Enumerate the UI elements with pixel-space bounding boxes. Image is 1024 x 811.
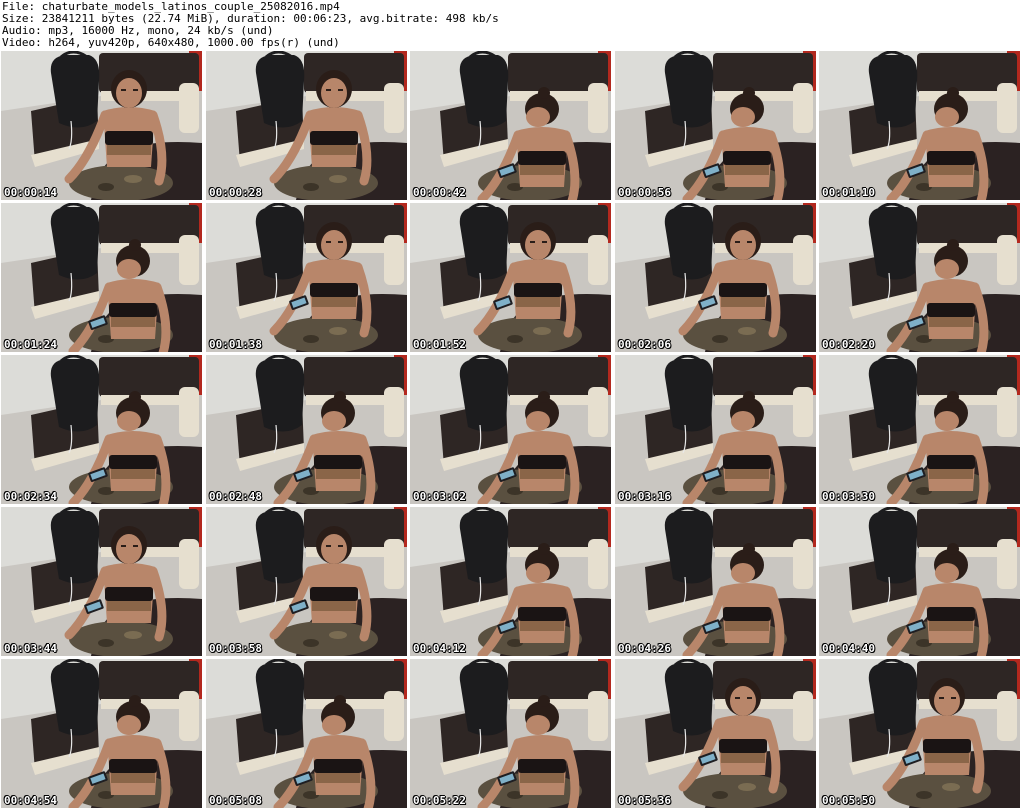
thumbnail-timestamp: 00:02:48 <box>209 490 262 503</box>
video-thumbnail[interactable]: 00:04:26 <box>615 507 816 656</box>
video-thumbnail[interactable]: 00:03:44 <box>1 507 202 656</box>
thumbnail-timestamp: 00:05:36 <box>618 794 671 807</box>
video-frame-image <box>819 203 1020 352</box>
video-frame-image <box>206 659 407 808</box>
thumbnail-timestamp: 00:05:22 <box>413 794 466 807</box>
video-frame-image <box>1 507 202 656</box>
video-frame-image <box>819 51 1020 200</box>
video-frame-image <box>615 203 816 352</box>
thumbnail-timestamp: 00:01:38 <box>209 338 262 351</box>
video-frame-image <box>410 507 611 656</box>
thumbnail-timestamp: 00:04:12 <box>413 642 466 655</box>
video-thumbnail[interactable]: 00:00:56 <box>615 51 816 200</box>
thumbnail-timestamp: 00:00:42 <box>413 186 466 199</box>
thumbnail-timestamp: 00:01:24 <box>4 338 57 351</box>
video-frame-image <box>1 659 202 808</box>
thumbnail-timestamp: 00:05:50 <box>822 794 875 807</box>
video-thumbnail[interactable]: 00:05:50 <box>819 659 1020 808</box>
video-thumbnail[interactable]: 00:03:30 <box>819 355 1020 504</box>
video-thumbnail[interactable]: 00:05:08 <box>206 659 407 808</box>
video-frame-image <box>206 51 407 200</box>
video-frame-image <box>410 51 611 200</box>
video-thumbnail[interactable]: 00:01:10 <box>819 51 1020 200</box>
video-thumbnail[interactable]: 00:01:38 <box>206 203 407 352</box>
video-frame-image <box>1 355 202 504</box>
video-thumbnail[interactable]: 00:04:40 <box>819 507 1020 656</box>
video-frame-image <box>819 355 1020 504</box>
thumbnail-timestamp: 00:03:02 <box>413 490 466 503</box>
video-frame-image <box>819 659 1020 808</box>
video-thumbnail[interactable]: 00:04:54 <box>1 659 202 808</box>
video-frame-image <box>410 203 611 352</box>
thumbnail-timestamp: 00:03:16 <box>618 490 671 503</box>
thumbnail-timestamp: 00:04:26 <box>618 642 671 655</box>
video-thumbnail[interactable]: 00:03:58 <box>206 507 407 656</box>
thumbnail-timestamp: 00:05:08 <box>209 794 262 807</box>
thumbnail-grid: 00:00:14 00:00:28 00:00:42 00:00:56 00:01:10… <box>0 51 1024 811</box>
thumbnail-timestamp: 00:03:44 <box>4 642 57 655</box>
video-thumbnail[interactable]: 00:02:20 <box>819 203 1020 352</box>
thumbnail-timestamp: 00:04:54 <box>4 794 57 807</box>
video-frame-image <box>1 51 202 200</box>
video-thumbnail[interactable]: 00:00:28 <box>206 51 407 200</box>
video-thumbnail[interactable]: 00:05:36 <box>615 659 816 808</box>
video-frame-image <box>819 507 1020 656</box>
thumbnail-timestamp: 00:01:52 <box>413 338 466 351</box>
video-thumbnail[interactable]: 00:02:34 <box>1 355 202 504</box>
thumbnail-timestamp: 00:00:14 <box>4 186 57 199</box>
video-frame-image <box>410 355 611 504</box>
video-frame-image <box>206 507 407 656</box>
thumbnail-timestamp: 00:02:06 <box>618 338 671 351</box>
file-info-header: File: chaturbate_models_latinos_couple_2… <box>0 0 1024 50</box>
video-thumbnail[interactable]: 00:03:02 <box>410 355 611 504</box>
thumbnail-timestamp: 00:00:28 <box>209 186 262 199</box>
video-info-line: Video: h264, yuv420p, 640x480, 1000.00 f… <box>2 36 340 49</box>
video-thumbnail[interactable]: 00:00:14 <box>1 51 202 200</box>
video-thumbnail[interactable]: 00:02:06 <box>615 203 816 352</box>
video-frame-image <box>1 203 202 352</box>
thumbnail-timestamp: 00:03:58 <box>209 642 262 655</box>
video-thumbnail[interactable]: 00:02:48 <box>206 355 407 504</box>
video-frame-image <box>615 51 816 200</box>
thumbnail-timestamp: 00:02:20 <box>822 338 875 351</box>
video-frame-image <box>615 659 816 808</box>
thumbnail-timestamp: 00:00:56 <box>618 186 671 199</box>
video-thumbnail[interactable]: 00:01:24 <box>1 203 202 352</box>
video-thumbnail[interactable]: 00:00:42 <box>410 51 611 200</box>
thumbnail-timestamp: 00:03:30 <box>822 490 875 503</box>
video-thumbnail[interactable]: 00:01:52 <box>410 203 611 352</box>
video-frame-image <box>206 203 407 352</box>
video-frame-image <box>615 355 816 504</box>
video-thumbnail[interactable]: 00:05:22 <box>410 659 611 808</box>
thumbnail-timestamp: 00:02:34 <box>4 490 57 503</box>
video-thumbnail[interactable]: 00:04:12 <box>410 507 611 656</box>
video-thumbnail[interactable]: 00:03:16 <box>615 355 816 504</box>
thumbnail-timestamp: 00:01:10 <box>822 186 875 199</box>
thumbnail-timestamp: 00:04:40 <box>822 642 875 655</box>
video-frame-image <box>206 355 407 504</box>
video-frame-image <box>615 507 816 656</box>
video-frame-image <box>410 659 611 808</box>
